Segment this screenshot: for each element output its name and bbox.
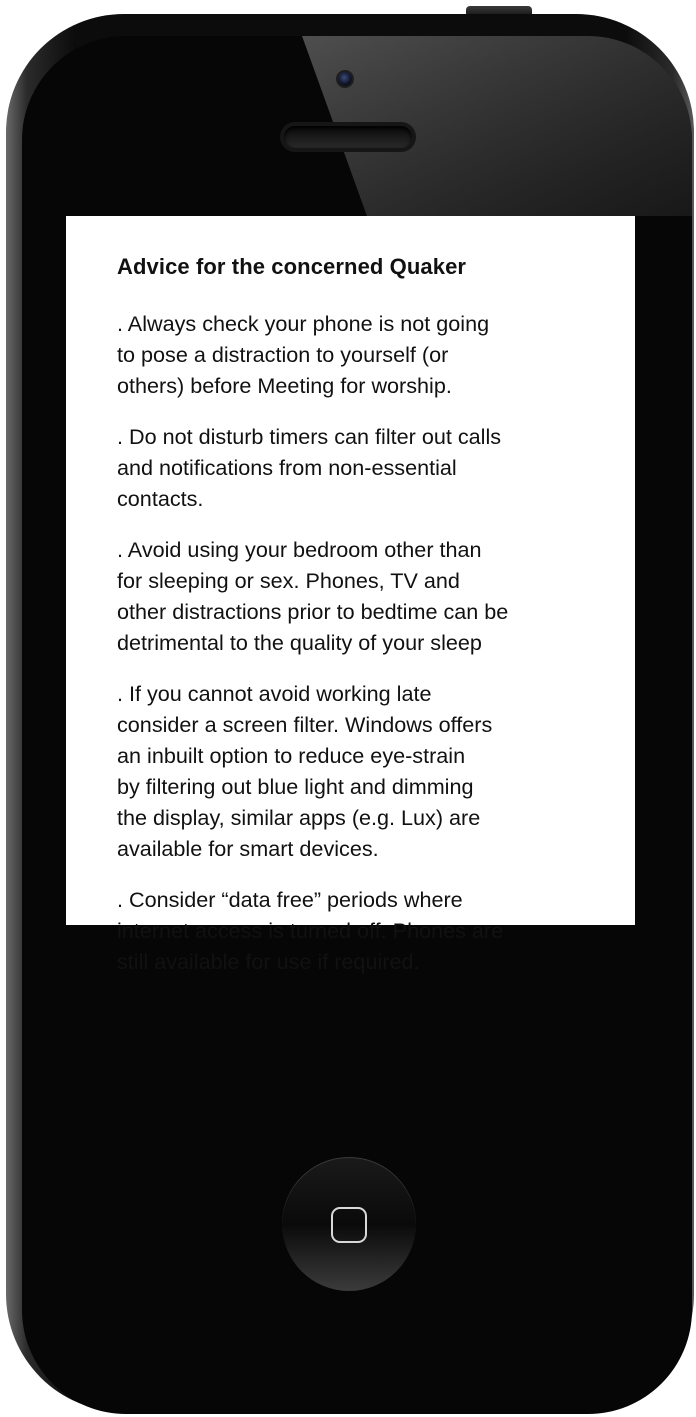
- tip-line: contacts.: [117, 486, 204, 511]
- tip-item: . Always check your phone is not going t…: [117, 308, 635, 401]
- tip-item: . If you cannot avoid working late consi…: [117, 678, 635, 864]
- earpiece-speaker-icon: [284, 126, 412, 148]
- tip-line: the display, similar apps (e.g. Lux) are: [117, 805, 481, 830]
- phone-mockup: Advice for the concerned Quaker . Always…: [0, 0, 696, 1417]
- tip-line: . Always check your phone is not going: [117, 311, 490, 336]
- tip-line: . Consider “data free” periods where: [117, 887, 463, 912]
- tip-line: detrimental to the quality of your sleep: [117, 630, 482, 655]
- tip-line: available for smart devices.: [117, 836, 379, 861]
- page-title: Advice for the concerned Quaker: [117, 254, 467, 279]
- tip-line: internet access is turned off. Phones ar…: [117, 918, 504, 943]
- front-camera-icon: [338, 72, 352, 86]
- tip-line: . If you cannot avoid working late: [117, 681, 432, 706]
- phone-screen: Advice for the concerned Quaker . Always…: [66, 216, 635, 974]
- tip-item: . Do not disturb timers can filter out c…: [117, 421, 635, 514]
- tip-line: . Do not disturb timers can filter out c…: [117, 424, 502, 449]
- tip-line: still available for use if required.: [117, 949, 420, 974]
- tip-line: . Avoid using your bedroom other than: [117, 537, 482, 562]
- tip-line: others) before Meeting for worship.: [117, 373, 452, 398]
- tip-item: . Avoid using your bedroom other than fo…: [117, 534, 635, 658]
- tip-line: other distractions prior to bedtime can …: [117, 599, 509, 624]
- tip-line: for sleeping or sex. Phones, TV and: [117, 568, 460, 593]
- tip-line: consider a screen filter. Windows offers: [117, 712, 493, 737]
- rounded-square-icon: [331, 1207, 367, 1243]
- tip-item: . Consider “data free” periods where int…: [117, 884, 635, 977]
- tip-line: and notifications from non-essential: [117, 455, 457, 480]
- tip-line: an inbuilt option to reduce eye-strain: [117, 743, 466, 768]
- tip-line: by filtering out blue light and dimming: [117, 774, 474, 799]
- tip-line: to pose a distraction to yourself (or: [117, 342, 449, 367]
